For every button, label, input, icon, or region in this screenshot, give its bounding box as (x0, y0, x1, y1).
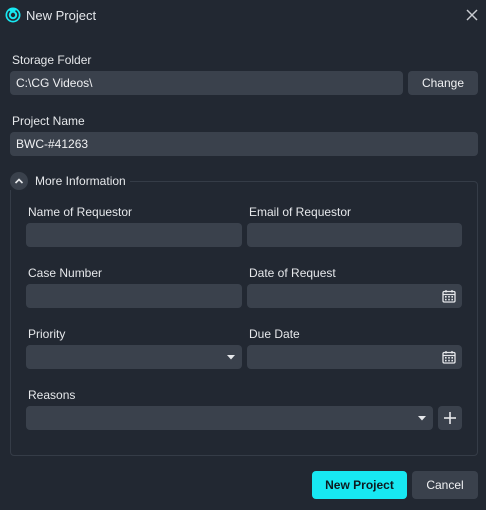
email-of-requestor-input[interactable] (247, 223, 462, 247)
calendar-icon[interactable] (442, 284, 456, 308)
name-of-requestor-input[interactable] (26, 223, 242, 247)
cancel-button[interactable]: Cancel (412, 471, 478, 499)
case-number-label: Case Number (28, 266, 103, 280)
more-information-header: More Information (10, 172, 130, 190)
date-of-request-input[interactable] (247, 284, 462, 308)
priority-label: Priority (28, 327, 66, 341)
case-number-input[interactable] (26, 284, 242, 308)
more-information-title: More Information (35, 174, 126, 188)
email-of-requestor-label: Email of Requestor (249, 205, 352, 219)
priority-select[interactable] (26, 345, 242, 369)
close-icon[interactable] (463, 6, 481, 24)
title-bar: New Project (0, 0, 486, 32)
storage-folder-field[interactable]: C:\CG Videos\ (10, 71, 403, 95)
window-title: New Project (26, 8, 97, 23)
new-project-button[interactable]: New Project (312, 471, 407, 499)
name-of-requestor-label: Name of Requestor (28, 205, 133, 219)
chevron-down-icon[interactable] (226, 345, 236, 369)
due-date-input[interactable] (247, 345, 462, 369)
app-logo-icon (5, 7, 21, 23)
reasons-select[interactable] (26, 406, 433, 430)
due-date-label: Due Date (249, 327, 300, 341)
change-folder-button[interactable]: Change (408, 71, 478, 95)
add-reason-button[interactable] (438, 406, 462, 430)
reasons-label: Reasons (28, 388, 76, 402)
project-name-label: Project Name (12, 114, 85, 128)
calendar-icon[interactable] (442, 345, 456, 369)
plus-icon (444, 412, 456, 424)
chevron-up-icon[interactable] (10, 172, 28, 190)
chevron-down-icon[interactable] (417, 406, 427, 430)
project-name-input[interactable]: BWC-#41263 (10, 132, 478, 156)
storage-folder-label: Storage Folder (12, 53, 92, 67)
date-of-request-label: Date of Request (249, 266, 336, 280)
